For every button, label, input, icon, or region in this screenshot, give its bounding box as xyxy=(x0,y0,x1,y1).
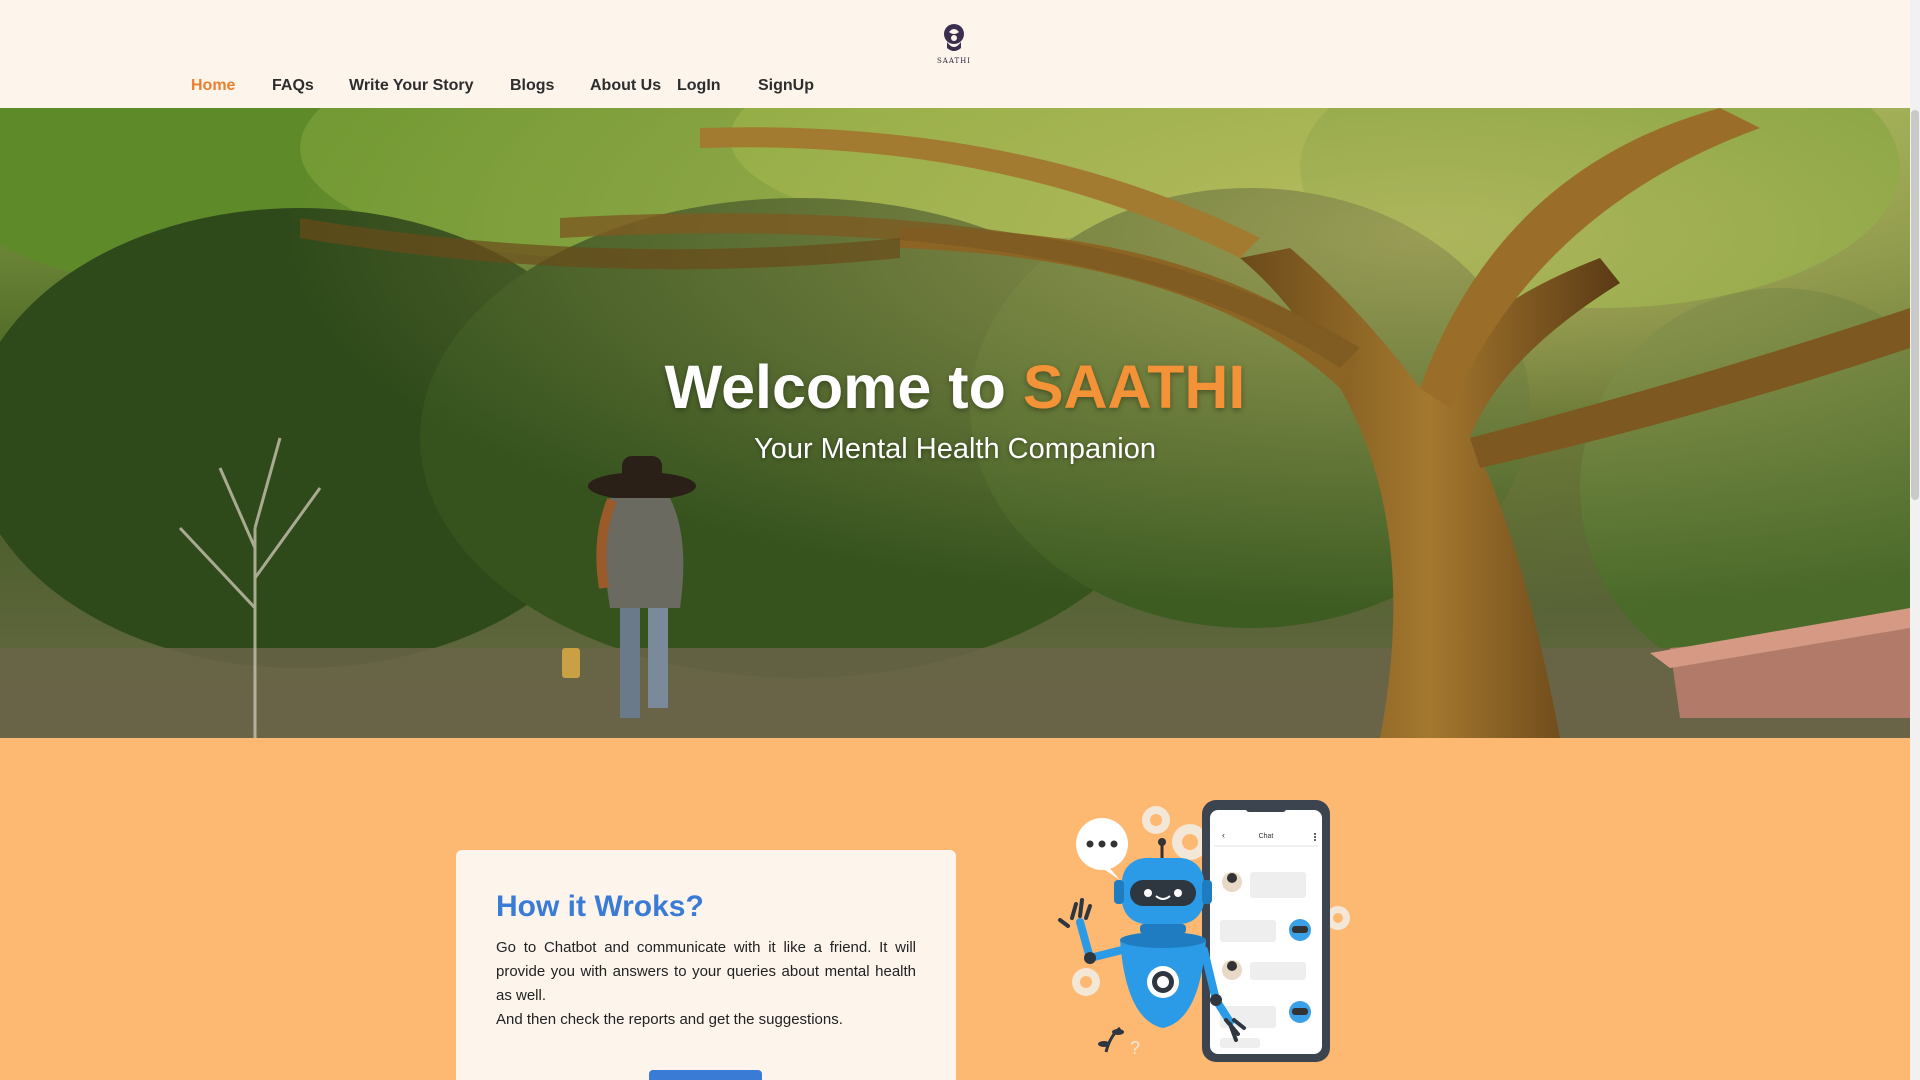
nav-home[interactable]: Home xyxy=(191,77,235,95)
how-it-works-heading: How it Wroks? xyxy=(496,890,704,923)
phone-chat-icon: Chat ‹ xyxy=(1202,800,1330,1062)
hero-title: Welcome to SAATHI xyxy=(0,352,1910,422)
nav-faqs[interactable]: FAQs xyxy=(272,77,314,95)
phone-title: Chat xyxy=(1259,833,1274,840)
nav-blogs[interactable]: Blogs xyxy=(510,77,554,95)
speech-bubble-icon xyxy=(1076,818,1128,880)
vertical-scrollbar[interactable] xyxy=(1910,0,1920,1080)
nav-signup[interactable]: SignUp xyxy=(758,77,814,95)
hero-title-brand: SAATHI xyxy=(1022,353,1246,421)
logo-emblem-icon xyxy=(944,24,964,51)
svg-text:?: ? xyxy=(1130,1038,1140,1058)
nav-login[interactable]: LogIn xyxy=(677,77,721,95)
svg-text:‹: ‹ xyxy=(1222,830,1225,840)
hero-title-prefix: Welcome to xyxy=(664,353,1006,421)
how-it-works-paragraph-2: And then check the reports and get the s… xyxy=(496,1011,843,1028)
how-it-works-paragraph-1: Go to Chatbot and communicate with it li… xyxy=(496,939,916,1004)
how-it-works-card: How it Wroks? Go to Chatbot and communic… xyxy=(456,850,956,1080)
site-header: SAATHI Home FAQs Write Your Story Blogs … xyxy=(0,0,1910,108)
scrollbar-thumb[interactable] xyxy=(1911,110,1919,500)
chatbot-illustration: Chat ‹ ? xyxy=(1058,800,1350,1062)
nav-about-us[interactable]: About Us xyxy=(590,77,661,95)
hero-banner: Welcome to SAATHI Your Mental Health Com… xyxy=(0,108,1910,738)
page: SAATHI Home FAQs Write Your Story Blogs … xyxy=(0,0,1920,1080)
hero-subtitle: Your Mental Health Companion xyxy=(754,433,1156,465)
saathi-logo[interactable]: SAATHI xyxy=(932,22,976,66)
chatbot-button[interactable] xyxy=(649,1070,762,1080)
hero-background-image xyxy=(0,108,1910,738)
logo-text: SAATHI xyxy=(936,57,972,65)
nav-write-your-story[interactable]: Write Your Story xyxy=(349,77,473,95)
how-it-works-section: How it Wroks? Go to Chatbot and communic… xyxy=(0,738,1910,1080)
plant-icon: ? xyxy=(1098,1026,1140,1058)
